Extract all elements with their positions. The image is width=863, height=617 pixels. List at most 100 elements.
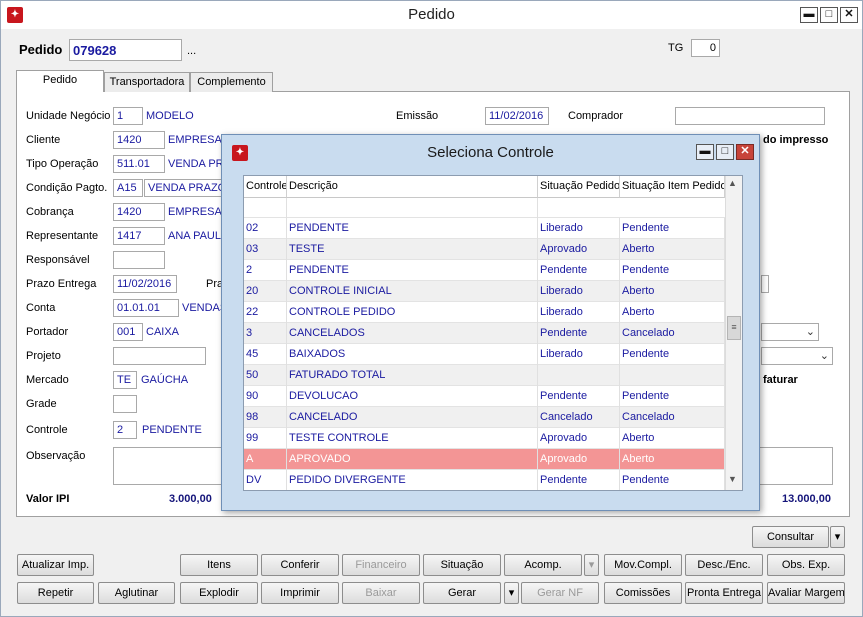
unidade-field[interactable]: 1: [113, 107, 143, 125]
financeiro-button[interactable]: Financeiro: [342, 554, 420, 576]
pronta-entrega-button[interactable]: Pronta Entrega: [685, 582, 763, 604]
acomp-dropdown-button[interactable]: ▾: [584, 554, 599, 576]
tab-transportadora[interactable]: Transportadora: [104, 72, 190, 92]
cobranca-field[interactable]: 1420: [113, 203, 165, 221]
scroll-up-icon[interactable]: ▲: [728, 178, 737, 188]
filter-row[interactable]: [244, 198, 725, 219]
cell-situacao-item: Pendente: [620, 218, 725, 239]
comissoes-button[interactable]: Comissões: [604, 582, 682, 604]
projeto-field[interactable]: [113, 347, 206, 365]
cell-situacao-pedido: Cancelado: [538, 407, 620, 428]
cell-controle: A: [244, 449, 287, 470]
table-row[interactable]: 02 PENDENTE Liberado Pendente: [244, 218, 725, 239]
cell-descricao: TESTE: [287, 239, 538, 260]
table-row[interactable]: 90 DEVOLUCAO Pendente Pendente: [244, 386, 725, 407]
close-button[interactable]: ✕: [840, 7, 858, 23]
table-row[interactable]: 20 CONTROLE INICIAL Liberado Aberto: [244, 281, 725, 302]
dialog-close-button[interactable]: ✕: [736, 144, 754, 160]
pedido-lookup-button[interactable]: ...: [187, 45, 196, 57]
dialog-maximize-button[interactable]: □: [716, 144, 734, 160]
pedido-number-field[interactable]: 079628: [69, 39, 182, 61]
table-row[interactable]: 3 CANCELADOS Pendente Cancelado: [244, 323, 725, 344]
mercado-field[interactable]: TE: [113, 371, 137, 389]
gerar-dropdown-button[interactable]: ▾: [504, 582, 519, 604]
table-row[interactable]: DV PEDIDO DIVERGENTE Pendente Pendente: [244, 470, 725, 490]
dialog-minimize-button[interactable]: ▬: [696, 144, 714, 160]
atualizar-imp-button[interactable]: Atualizar Imp.: [17, 554, 94, 576]
filter-cell[interactable]: [244, 198, 287, 219]
cliente-field[interactable]: 1420: [113, 131, 165, 149]
situacao-button[interactable]: Situação: [423, 554, 501, 576]
cell-situacao-item: Cancelado: [620, 407, 725, 428]
column-header-controle[interactable]: Controle: [244, 176, 287, 198]
right-dropdown-2[interactable]: ⌄: [761, 347, 833, 365]
avaliar-margem-button[interactable]: Avaliar Margem: [767, 582, 845, 604]
emissao-field[interactable]: 11/02/2016: [485, 107, 549, 125]
right-dropdown-1[interactable]: ⌄: [761, 323, 819, 341]
obs-exp-button[interactable]: Obs. Exp.: [767, 554, 845, 576]
repetir-button[interactable]: Repetir: [17, 582, 94, 604]
acomp-button[interactable]: Acomp.: [504, 554, 582, 576]
projeto-label: Projeto: [26, 350, 61, 362]
controle-field[interactable]: 2: [113, 421, 137, 439]
tg-field[interactable]: 0: [691, 39, 720, 57]
tipo-operacao-label: Tipo Operação: [26, 158, 99, 170]
baixar-button[interactable]: Baixar: [342, 582, 420, 604]
table-row[interactable]: 50 FATURADO TOTAL: [244, 365, 725, 386]
cond-pagto-label: Condição Pagto.: [26, 182, 108, 194]
consultar-button[interactable]: Consultar: [752, 526, 829, 548]
unidade-label: Unidade Negócio: [26, 110, 111, 122]
grid-scrollbar[interactable]: ▲ ≡ ▼: [725, 176, 742, 490]
scroll-down-icon[interactable]: ▼: [728, 474, 737, 484]
tab-complemento[interactable]: Complemento: [190, 72, 273, 92]
conta-field[interactable]: 01.01.01: [113, 299, 179, 317]
cell-controle: 3: [244, 323, 287, 344]
right-field-1[interactable]: [761, 275, 769, 293]
grade-field[interactable]: [113, 395, 137, 413]
desc-enc-button[interactable]: Desc./Enc.: [685, 554, 763, 576]
tg-label: TG: [668, 42, 684, 54]
cell-descricao: CONTROLE PEDIDO: [287, 302, 538, 323]
table-row[interactable]: 03 TESTE Aprovado Aberto: [244, 239, 725, 260]
table-row[interactable]: A APROVADO Aprovado Aberto: [244, 449, 725, 470]
cell-situacao-pedido: Liberado: [538, 344, 620, 365]
controle-desc: PENDENTE: [142, 424, 202, 436]
conferir-button[interactable]: Conferir: [261, 554, 339, 576]
cobranca-label: Cobrança: [26, 206, 74, 218]
cell-situacao-pedido: Aprovado: [538, 428, 620, 449]
tab-pedido[interactable]: Pedido: [16, 70, 104, 92]
cond-pagto-field[interactable]: A15: [113, 179, 143, 197]
imprimir-button[interactable]: Imprimir: [261, 582, 339, 604]
unidade-desc: MODELO: [146, 110, 194, 122]
table-row[interactable]: 98 CANCELADO Cancelado Cancelado: [244, 407, 725, 428]
aglutinar-button[interactable]: Aglutinar: [98, 582, 175, 604]
gerar-nf-button[interactable]: Gerar NF: [521, 582, 599, 604]
table-row[interactable]: 2 PENDENTE Pendente Pendente: [244, 260, 725, 281]
itens-button[interactable]: Itens: [180, 554, 258, 576]
cell-situacao-item: Aberto: [620, 281, 725, 302]
column-header-situacao-item[interactable]: Situação Item Pedido: [620, 176, 725, 198]
portador-field[interactable]: 001: [113, 323, 143, 341]
column-header-situacao-pedido[interactable]: Situação Pedido: [538, 176, 620, 198]
mov-compl-button[interactable]: Mov.Compl.: [604, 554, 682, 576]
table-row[interactable]: 22 CONTROLE PEDIDO Liberado Aberto: [244, 302, 725, 323]
prazo-entrega-field[interactable]: 11/02/2016: [113, 275, 177, 293]
filter-cell[interactable]: [287, 198, 538, 219]
cell-descricao: CONTROLE INICIAL: [287, 281, 538, 302]
explodir-button[interactable]: Explodir: [180, 582, 258, 604]
cell-controle: 02: [244, 218, 287, 239]
table-row[interactable]: 99 TESTE CONTROLE Aprovado Aberto: [244, 428, 725, 449]
maximize-button[interactable]: □: [820, 7, 838, 23]
gerar-button[interactable]: Gerar: [423, 582, 501, 604]
table-row[interactable]: 45 BAIXADOS Liberado Pendente: [244, 344, 725, 365]
comprador-field[interactable]: [675, 107, 825, 125]
responsavel-field[interactable]: [113, 251, 165, 269]
minimize-button[interactable]: ▬: [800, 7, 818, 23]
scroll-thumb[interactable]: ≡: [727, 316, 741, 340]
column-header-descricao[interactable]: Descrição: [287, 176, 538, 198]
cell-controle: 98: [244, 407, 287, 428]
tipo-operacao-field[interactable]: 511.01: [113, 155, 165, 173]
cell-descricao: PEDIDO DIVERGENTE: [287, 470, 538, 490]
consultar-dropdown-button[interactable]: ▾: [830, 526, 845, 548]
representante-field[interactable]: 1417: [113, 227, 165, 245]
